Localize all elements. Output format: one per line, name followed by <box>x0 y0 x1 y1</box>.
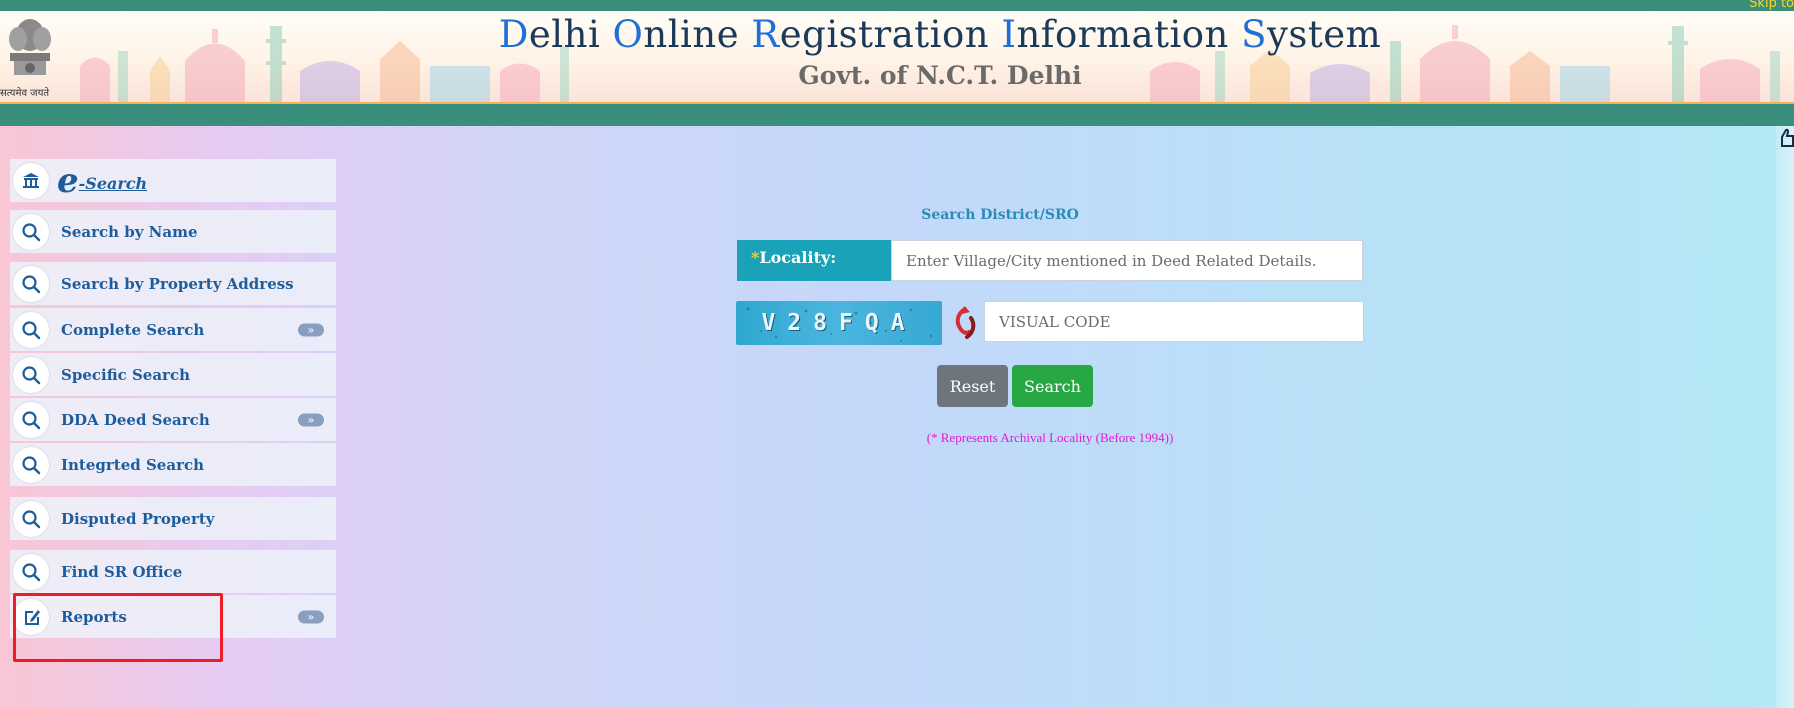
sidebar-item-complete-search[interactable]: Complete Search » <box>10 308 336 351</box>
sidebar-item-search-by-name[interactable]: Search by Name <box>10 210 336 253</box>
sidebar-item-search-by-property-address[interactable]: Search by Property Address <box>10 262 336 305</box>
sidebar-item-label: Search by Name <box>61 222 198 241</box>
search-icon <box>13 265 49 302</box>
captcha-image: V28FQA <box>736 301 942 345</box>
title-word-rest: nformation <box>1016 13 1242 56</box>
sidebar-item-esearch[interactable]: e -Search <box>10 159 336 202</box>
bank-icon <box>13 162 49 199</box>
title-capital-letter: I <box>1001 13 1017 56</box>
annotation-highlight-box <box>13 593 223 662</box>
form-heading: Search District/SRO <box>921 207 1079 223</box>
captcha-noise <box>746 307 933 342</box>
sidebar-item-disputed-property[interactable]: Disputed Property <box>10 497 336 540</box>
sidebar-item-label: Integrted Search <box>61 455 205 474</box>
search-icon <box>13 213 49 250</box>
esearch-logo: e -Search <box>57 164 147 198</box>
sidebar-item-dda-deed-search[interactable]: DDA Deed Search » <box>10 398 336 441</box>
locality-label-text: Locality: <box>759 248 837 267</box>
sidebar-item-label: Disputed Property <box>61 509 215 528</box>
thumbs-up-icon[interactable] <box>1779 128 1794 148</box>
sidebar-item-integrted-search[interactable]: Integrted Search <box>10 443 336 486</box>
locality-label: *Locality: <box>737 240 891 281</box>
archival-note: (* Represents Archival Locality (Before … <box>926 430 1174 445</box>
nav-bar <box>0 102 1794 126</box>
visual-code-input[interactable] <box>984 301 1364 342</box>
esearch-link-label[interactable]: -Search <box>79 174 148 193</box>
locality-input[interactable] <box>891 240 1363 281</box>
search-icon <box>13 356 49 393</box>
right-edge-panel <box>1776 126 1794 708</box>
sidebar-item-label: Search by Property Address <box>61 274 294 293</box>
page-title: Delhi Online Registration Information Sy… <box>0 13 1794 56</box>
title-capital-letter: R <box>751 13 780 56</box>
skip-to-content-link[interactable]: Skip to <box>1749 0 1794 11</box>
search-icon <box>13 500 49 537</box>
title-word-rest: ystem <box>1267 13 1382 56</box>
title-word-rest: egistration <box>779 13 1002 56</box>
title-capital-letter: S <box>1241 13 1268 56</box>
title-word-rest: elhi <box>528 13 613 56</box>
sidebar-item-label: Specific Search <box>61 365 190 384</box>
double-chevron-right-icon: » <box>298 413 324 426</box>
title-capital-letter: O <box>612 13 644 56</box>
double-chevron-right-icon: » <box>298 610 324 623</box>
search-icon <box>13 311 49 348</box>
page-subtitle: Govt. of N.C.T. Delhi <box>798 61 1082 90</box>
sidebar-item-label: DDA Deed Search <box>61 410 210 429</box>
refresh-captcha-icon[interactable] <box>952 306 978 340</box>
top-strip <box>0 0 1794 11</box>
sidebar-item-label: Complete Search <box>61 320 205 339</box>
esearch-e-letter: e <box>57 160 79 201</box>
title-capital-letter: D <box>498 13 529 56</box>
title-word-rest: nline <box>643 13 752 56</box>
sidebar-item-label: Find SR Office <box>61 562 183 581</box>
sidebar-item-find-sr-office[interactable]: Find SR Office <box>10 550 336 593</box>
search-icon <box>13 446 49 483</box>
search-button[interactable]: Search <box>1012 365 1093 407</box>
search-icon <box>13 401 49 438</box>
double-chevron-right-icon: » <box>298 323 324 336</box>
site-header: सत्यमेव जयते Delhi Online Registration I… <box>0 11 1794 102</box>
reset-button[interactable]: Reset <box>937 365 1008 407</box>
search-icon <box>13 553 49 590</box>
sidebar-item-specific-search[interactable]: Specific Search <box>10 353 336 396</box>
